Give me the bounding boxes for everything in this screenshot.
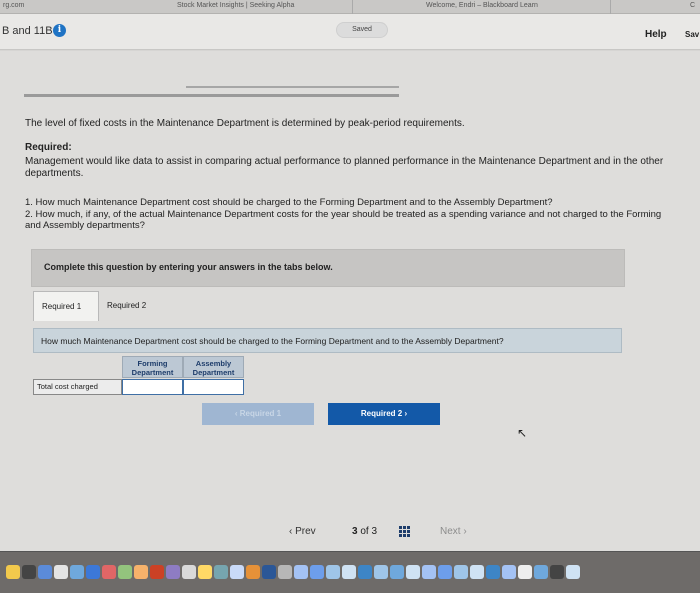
tab-required-1[interactable]: Required 1 [33, 291, 99, 321]
question-content: The level of fixed costs in the Maintena… [0, 51, 700, 551]
app-icon[interactable] [326, 565, 340, 579]
question-2: 2. How much, if any, of the actual Maint… [25, 208, 662, 232]
app-icon[interactable] [566, 565, 580, 579]
info-icon[interactable]: i [53, 24, 66, 37]
prev-required-button[interactable]: ‹ Required 1 [202, 403, 314, 425]
prev-page-button[interactable]: ‹ Prev [289, 526, 316, 537]
app-icon[interactable] [262, 565, 276, 579]
arrow-cursor-icon: ↖ [517, 426, 528, 440]
app-icon[interactable] [454, 565, 468, 579]
instruction-text: Complete this question by entering your … [44, 262, 333, 272]
app-icon[interactable] [134, 565, 148, 579]
tab-divider [352, 0, 353, 14]
app-icon[interactable] [438, 565, 452, 579]
app-icon[interactable] [406, 565, 420, 579]
grid-icon[interactable] [399, 526, 410, 537]
question-panel: How much Maintenance Department cost sho… [33, 328, 622, 353]
browser-tab-strip: rg.com Stock Market Insights | Seeking A… [0, 0, 700, 14]
divider-line [186, 86, 399, 88]
app-icon[interactable] [374, 565, 388, 579]
app-icon[interactable] [310, 565, 324, 579]
app-icon[interactable] [230, 565, 244, 579]
save-exit-link[interactable]: Sav [685, 30, 699, 39]
app-icon[interactable] [422, 565, 436, 579]
question-list: 1. How much Maintenance Department cost … [25, 197, 675, 232]
question-1: 1. How much Maintenance Department cost … [25, 197, 553, 208]
saved-status-badge: Saved [336, 22, 388, 38]
app-icon[interactable] [278, 565, 292, 579]
app-icon[interactable] [518, 565, 532, 579]
forming-cost-input[interactable] [122, 379, 183, 395]
next-page-button[interactable]: Next › [440, 526, 467, 537]
app-icon[interactable] [150, 565, 164, 579]
dock [0, 551, 700, 593]
app-icon[interactable] [102, 565, 116, 579]
required-heading: Required: [25, 142, 72, 153]
assembly-cost-input[interactable] [183, 379, 244, 395]
panel-question-text: How much Maintenance Department cost sho… [41, 336, 504, 346]
dock-icons [6, 562, 696, 582]
browser-tab[interactable]: Welcome, Endri – Blackboard Learn [426, 2, 538, 9]
page-total: of 3 [360, 526, 378, 537]
next-required-button[interactable]: Required 2 › [328, 403, 440, 425]
current-page: 3 [352, 526, 358, 537]
page-indicator: 3 of 3 [352, 526, 377, 537]
tab-divider [610, 0, 611, 14]
app-icon[interactable] [70, 565, 84, 579]
app-icon[interactable] [118, 565, 132, 579]
app-icon[interactable] [38, 565, 52, 579]
divider-line [24, 94, 399, 97]
app-icon[interactable] [6, 565, 20, 579]
app-icon[interactable] [198, 565, 212, 579]
assignment-title: B and 11B [2, 25, 53, 37]
app-icon[interactable] [86, 565, 100, 579]
app-icon[interactable] [550, 565, 564, 579]
help-link[interactable]: Help [645, 29, 667, 40]
app-icon[interactable] [166, 565, 180, 579]
app-icon[interactable] [246, 565, 260, 579]
app-icon[interactable] [358, 565, 372, 579]
app-icon[interactable] [294, 565, 308, 579]
column-header-forming: Forming Department [122, 356, 183, 378]
column-header-assembly: Assembly Department [183, 356, 244, 378]
row-label-total-cost: Total cost charged [33, 379, 122, 395]
app-icon[interactable] [470, 565, 484, 579]
tab-required-2[interactable]: Required 2 [99, 291, 159, 321]
app-icon[interactable] [534, 565, 548, 579]
browser-tab[interactable]: Stock Market Insights | Seeking Alpha [177, 2, 294, 9]
app-icon[interactable] [22, 565, 36, 579]
app-icon[interactable] [390, 565, 404, 579]
app-icon[interactable] [486, 565, 500, 579]
app-icon[interactable] [54, 565, 68, 579]
app-icon[interactable] [182, 565, 196, 579]
app-icon[interactable] [214, 565, 228, 579]
assignment-header: B and 11B i Saved Help Sav [0, 14, 700, 50]
problem-intro: The level of fixed costs in the Maintena… [25, 118, 465, 129]
instruction-bar: Complete this question by entering your … [31, 249, 625, 287]
browser-tab[interactable]: C [690, 2, 695, 9]
browser-tab[interactable]: rg.com [3, 2, 24, 9]
app-icon[interactable] [342, 565, 356, 579]
app-icon[interactable] [502, 565, 516, 579]
required-body: Management would like data to assist in … [25, 156, 664, 179]
